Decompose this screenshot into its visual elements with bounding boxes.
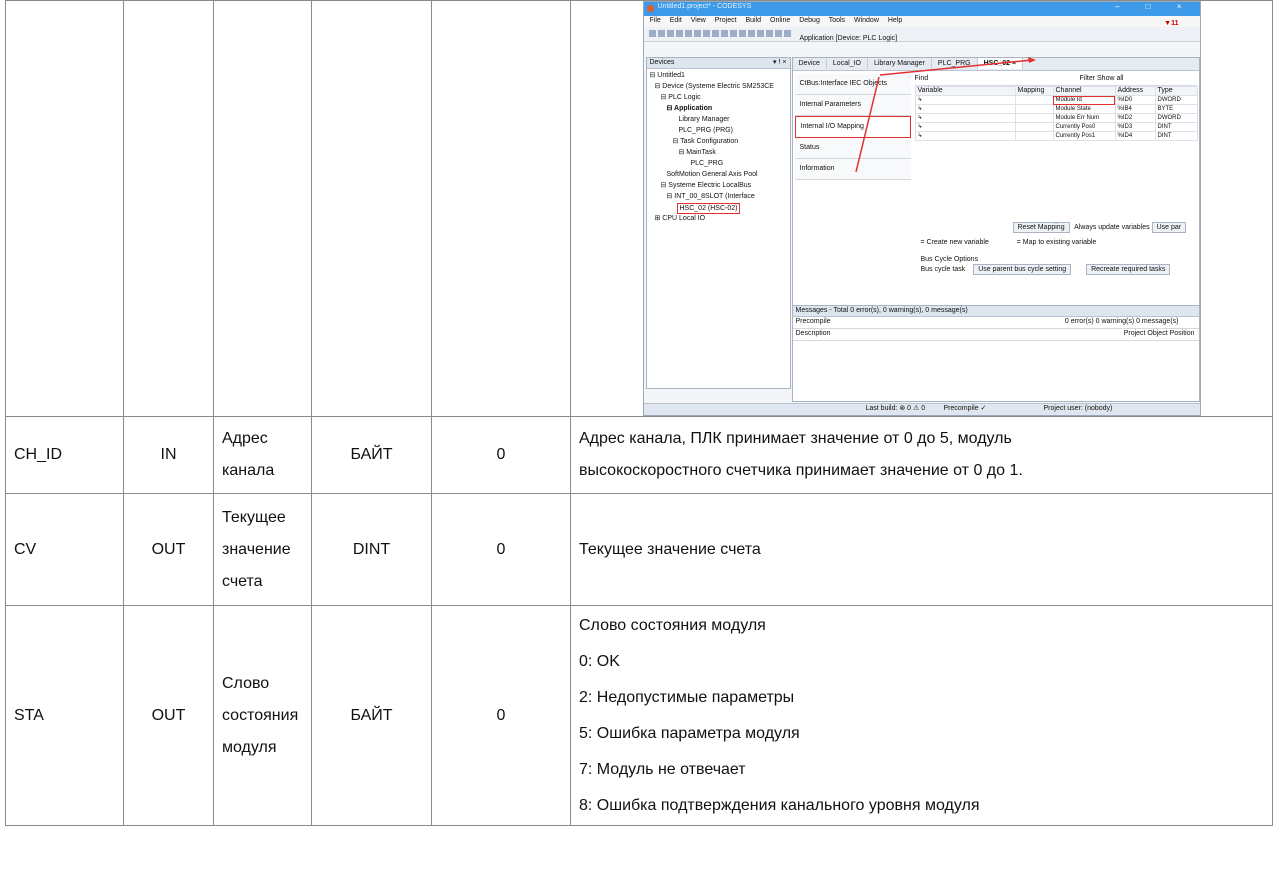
desc-line: 5: Ошибка параметра модуля <box>579 724 800 742</box>
label-line: Слово <box>222 674 270 692</box>
empty-cell <box>213 0 312 417</box>
label-line: модуля <box>222 738 277 756</box>
param-type: БАЙТ <box>311 605 432 826</box>
desc-line: 0: OK <box>579 652 620 670</box>
label-line: канала <box>222 462 275 479</box>
arrow-head <box>1027 57 1036 63</box>
param-name: CV <box>5 493 124 606</box>
param-description: Адрес канала, ПЛК принимает значение от … <box>570 416 1273 494</box>
param-direction: OUT <box>123 493 214 606</box>
desc-line: Текущее значение счета <box>579 540 761 558</box>
parameter-table: Untitled1.project* - CODESYS – □ × File … <box>5 0 1273 826</box>
arrow-line <box>854 76 880 173</box>
desc-line: 8: Ошибка подтверждения канального уровн… <box>579 796 980 814</box>
label-line: счета <box>222 572 263 590</box>
empty-cell <box>431 0 571 417</box>
annotation-arrows <box>854 57 1036 173</box>
empty-cell <box>123 0 214 417</box>
desc-line: высокоскоростного счетчика принимает зна… <box>579 462 1023 479</box>
param-name: CH_ID <box>5 416 124 494</box>
arrow-line <box>879 59 1032 76</box>
desc-line: 2: Недопустимые параметры <box>579 688 795 706</box>
param-row-sta: STA OUT Слово состояния модуля БАЙТ 0 Слов… <box>5 605 1273 826</box>
param-initial: 0 <box>431 493 571 606</box>
empty-cell <box>5 0 124 417</box>
desc-line: Слово состояния модуля <box>579 616 766 634</box>
param-direction: IN <box>123 416 214 494</box>
param-row-ch-id: CH_ID IN Адрес канала БАЙТ 0 Адрес канала… <box>5 416 1273 494</box>
label-line: Текущее <box>222 508 286 526</box>
desc-line: Адрес канала, ПЛК принимает значение от … <box>579 430 1012 447</box>
label-line: значение <box>222 540 291 558</box>
screenshot-cell: Untitled1.project* - CODESYS – □ × File … <box>570 0 1273 417</box>
param-name: STA <box>5 605 124 826</box>
param-description: Текущее значение счета <box>570 493 1273 606</box>
label-line: Адрес <box>222 430 268 447</box>
param-type: БАЙТ <box>311 416 432 494</box>
param-label: Адрес канала <box>213 416 312 494</box>
param-label: Текущее значение счета <box>213 493 312 606</box>
codesys-screenshot: Untitled1.project* - CODESYS – □ × File … <box>642 1 1201 416</box>
param-row-cv: CV OUT Текущее значение счета DINT 0 Текущ… <box>5 493 1273 606</box>
screenshot-row: Untitled1.project* - CODESYS – □ × File … <box>5 0 1273 417</box>
param-direction: OUT <box>123 605 214 826</box>
label-line: состояния <box>222 706 299 724</box>
param-initial: 0 <box>431 605 571 826</box>
param-initial: 0 <box>431 416 571 494</box>
param-type: DINT <box>311 493 432 606</box>
desc-line: 7: Модуль не отвечает <box>579 760 746 778</box>
param-label: Слово состояния модуля <box>213 605 312 826</box>
param-description: Слово состояния модуля 0: OK 2: Недопуст… <box>570 605 1273 826</box>
empty-cell <box>311 0 432 417</box>
